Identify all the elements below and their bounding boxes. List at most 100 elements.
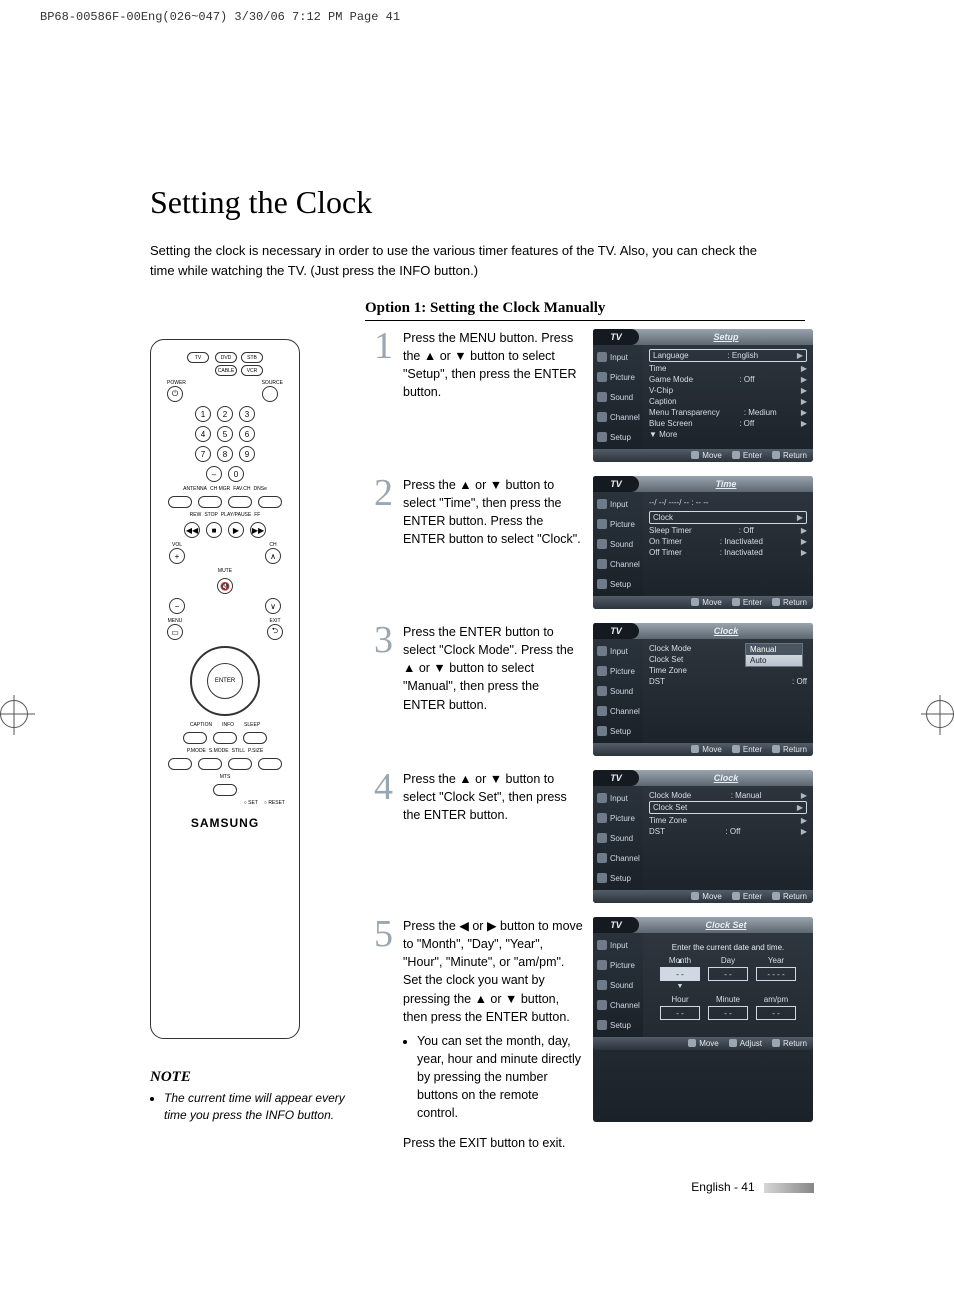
- osd-row-label: DST: [649, 827, 665, 836]
- chevron-right-icon: ▶: [801, 386, 807, 395]
- osd-menu-row: Menu Transparency: Medium▶: [649, 407, 807, 418]
- clock-set-box: - - - -: [756, 967, 796, 981]
- osd-foot-item: Return: [772, 1039, 807, 1048]
- clock-set-col: Day: [708, 956, 748, 965]
- note-item: The current time will appear every time …: [164, 1090, 345, 1124]
- remote-mode-dvd: DVD: [215, 352, 237, 363]
- osd-title: Clock: [639, 623, 813, 639]
- instruction-step: 5Press the ◀ or ▶ button to move to "Mon…: [365, 917, 884, 1122]
- osd-tab: Input: [593, 935, 643, 955]
- enter-button: ENTER: [207, 663, 243, 699]
- chevron-right-icon: ▶: [801, 548, 807, 557]
- osd-tab: Setup: [593, 1015, 643, 1035]
- step-number: 2: [365, 476, 393, 609]
- osd-row-label: Time: [649, 364, 666, 373]
- osd-menu-row: Clock Set ▶: [649, 801, 807, 814]
- clock-set-body: Enter the current date and time.MonthDay…: [649, 937, 807, 1026]
- step-text: Press the ◀ or ▶ button to move to "Mont…: [403, 917, 583, 1122]
- osd-screenshot: TVClockInputPictureSoundChannelSetupCloc…: [593, 623, 813, 756]
- osd-row-label: Sleep Timer: [649, 526, 692, 535]
- chevron-right-icon: ▶: [801, 408, 807, 417]
- step-number: 5: [365, 917, 393, 1122]
- osd-tab: Input: [593, 641, 643, 661]
- osd-panel: Clock Mode: Manual▶Clock Set▶Time Zone▶D…: [643, 786, 813, 890]
- osd-footer: MoveEnterReturn: [593, 596, 813, 609]
- remote-mode-cable: CABLE: [215, 365, 237, 376]
- osd-row-label: Clock Set: [653, 803, 687, 812]
- osd-dropdown: ManualAuto: [745, 643, 803, 667]
- osd-tab: Channel: [593, 407, 643, 427]
- osd-tab: Input: [593, 494, 643, 514]
- exit-button: ⮌: [267, 624, 283, 640]
- intro-text: Setting the clock is necessary in order …: [150, 241, 770, 280]
- osd-row-value: : Off: [792, 677, 807, 686]
- osd-foot-item: Return: [772, 451, 807, 460]
- step-number: 3: [365, 623, 393, 756]
- section-heading: Option 1: Setting the Clock Manually: [365, 300, 805, 321]
- osd-screenshot: TVTimeInputPictureSoundChannelSetup--/ -…: [593, 476, 813, 609]
- osd-tab: Setup: [593, 721, 643, 741]
- step-bullet: You can set the month, day, year, hour a…: [417, 1032, 583, 1123]
- osd-row-label: On Timer: [649, 537, 682, 546]
- osd-foot-item: Move: [691, 892, 722, 901]
- osd-tab: Sound: [593, 387, 643, 407]
- osd-tv-chip: TV: [593, 329, 639, 345]
- page-footer: English - 41: [150, 1150, 884, 1204]
- mute-icon: 🔇: [217, 578, 233, 594]
- osd-foot-item: Enter: [732, 451, 762, 460]
- chevron-right-icon: ▶: [801, 827, 807, 836]
- osd-menu-row: Time Zone▶: [649, 815, 807, 826]
- osd-screenshot: TVSetupInputPictureSoundChannelSetupLang…: [593, 329, 813, 462]
- osd-menu-row: DST : Off: [649, 676, 807, 687]
- osd-pretext: --/ --/ ----/ -- : -- --: [649, 496, 807, 511]
- chevron-right-icon: ▶: [801, 526, 807, 535]
- osd-menu-row: Time ▶: [649, 363, 807, 374]
- step-text: Press the MENU button. Press the ▲ or ▼ …: [403, 329, 583, 462]
- osd-menu-row: Sleep Timer: Off▶: [649, 525, 807, 536]
- osd-foot-item: Move: [688, 1039, 719, 1048]
- osd-screenshot: TVClock SetInputPictureSoundChannelSetup…: [593, 917, 813, 1122]
- osd-row-label: Time Zone: [649, 816, 687, 825]
- clock-set-col: am/pm: [756, 995, 796, 1004]
- osd-tv-chip: TV: [593, 917, 639, 933]
- osd-tab: Picture: [593, 808, 643, 828]
- osd-dropdown-option: Auto: [746, 655, 802, 666]
- osd-tab: Channel: [593, 848, 643, 868]
- osd-tab: Sound: [593, 534, 643, 554]
- remote-brand: SAMSUNG: [159, 816, 291, 830]
- osd-row-label: Clock Mode: [649, 644, 691, 653]
- osd-foot-item: Return: [772, 745, 807, 754]
- chevron-right-icon: ▶: [797, 351, 803, 360]
- osd-row-label: Clock Set: [649, 655, 683, 664]
- osd-title: Clock Set: [639, 917, 813, 933]
- osd-row-label: Blue Screen: [649, 419, 693, 428]
- chevron-right-icon: ▶: [801, 364, 807, 373]
- clock-set-box: - -: [708, 1006, 748, 1020]
- osd-foot-item: Move: [691, 451, 722, 460]
- osd-foot-item: Return: [772, 892, 807, 901]
- remote-mode-stb: STB: [241, 352, 263, 363]
- osd-tv-chip: TV: [593, 476, 639, 492]
- osd-row-label: Language: [653, 351, 689, 360]
- osd-row-label: Clock Mode: [649, 791, 691, 800]
- chevron-right-icon: ▶: [797, 803, 803, 812]
- osd-panel: Clock ModeManualAutoClock SetTime ZoneDS…: [643, 639, 813, 743]
- osd-foot-item: Move: [691, 745, 722, 754]
- osd-tab: Setup: [593, 574, 643, 594]
- osd-row-label: Caption: [649, 397, 677, 406]
- osd-foot-item: Return: [772, 598, 807, 607]
- osd-tab: Input: [593, 788, 643, 808]
- osd-row-value: : English: [727, 351, 758, 360]
- osd-row-value: : Manual: [731, 791, 762, 800]
- osd-tab: Channel: [593, 701, 643, 721]
- osd-row-label: DST: [649, 677, 665, 686]
- osd-row-value: : Inactivated: [720, 548, 763, 557]
- osd-tab: Picture: [593, 955, 643, 975]
- remote-source-label: SOURCE: [262, 380, 283, 386]
- osd-menu-row: Clock ModeManualAuto: [649, 643, 807, 654]
- step-number: 4: [365, 770, 393, 903]
- osd-menu-row: DST: Off▶: [649, 826, 807, 837]
- osd-footer: MoveAdjustReturn: [593, 1037, 813, 1050]
- osd-footer: Move Enter Return: [593, 449, 813, 462]
- osd-row-value: : Medium: [744, 408, 777, 417]
